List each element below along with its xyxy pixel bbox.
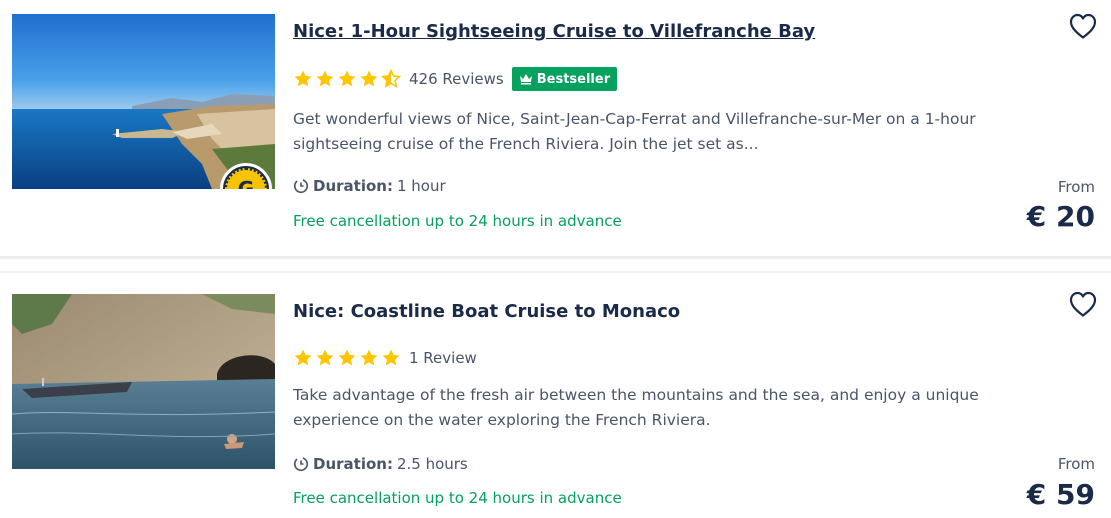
star-rating	[293, 69, 401, 89]
star-rating	[293, 348, 401, 368]
star-icon	[294, 70, 312, 87]
duration: Duration: 2.5 hours	[293, 455, 468, 473]
activity-title[interactable]: Nice: 1-Hour Sightseeing Cruise to Ville…	[293, 21, 815, 42]
star-icon	[316, 70, 334, 87]
bestseller-badge: Bestseller	[511, 67, 618, 91]
divider-shadow	[0, 256, 1111, 259]
duration-label: Duration:	[313, 455, 393, 473]
activity-card[interactable]: G Nice: 1-Hour Sightseeing Cruise to Vil…	[0, 0, 1111, 256]
review-count[interactable]: 1 Review	[409, 349, 477, 367]
price: € 20	[1026, 200, 1095, 233]
star-icon	[316, 349, 334, 366]
activity-image[interactable]	[12, 294, 275, 469]
duration-label: Duration:	[313, 177, 393, 195]
bestseller-label: Bestseller	[536, 71, 611, 87]
activity-card[interactable]: Nice: Coastline Boat Cruise to Monaco 1 …	[0, 275, 1111, 518]
star-icon	[360, 70, 378, 87]
crown-icon	[519, 74, 532, 85]
description-line: Get wonderful views of Nice, Saint-Jean-…	[293, 110, 976, 128]
card-divider	[0, 256, 1111, 275]
divider-line	[0, 271, 1111, 273]
star-icon	[338, 349, 356, 366]
heart-icon[interactable]	[1068, 290, 1098, 318]
star-icon	[338, 70, 356, 87]
description-line: Take advantage of the fresh air between …	[293, 386, 979, 404]
duration-value: 2.5 hours	[396, 455, 468, 473]
star-icon	[294, 349, 312, 366]
heart-icon[interactable]	[1068, 12, 1098, 40]
description-line: sightseeing cruise of the French Riviera…	[293, 135, 759, 153]
clock-icon	[293, 178, 309, 194]
rating-row: 426 Reviews Bestseller	[293, 67, 618, 91]
free-cancellation: Free cancellation up to 24 hours in adva…	[293, 212, 622, 230]
activity-description: Take advantage of the fresh air between …	[293, 383, 993, 433]
rating-row: 1 Review	[293, 346, 477, 370]
duration: Duration: 1 hour	[293, 177, 446, 195]
star-icon	[382, 349, 400, 366]
clock-icon	[293, 456, 309, 472]
description-line: experience on the water exploring the Fr…	[293, 411, 711, 429]
duration-value: 1 hour	[396, 177, 446, 195]
price-from-label: From	[1057, 178, 1095, 196]
price: € 59	[1026, 478, 1095, 511]
free-cancellation: Free cancellation up to 24 hours in adva…	[293, 489, 622, 507]
activity-description: Get wonderful views of Nice, Saint-Jean-…	[293, 107, 993, 157]
price-from-label: From	[1057, 455, 1095, 473]
activity-image[interactable]: G	[12, 14, 275, 189]
activity-title[interactable]: Nice: Coastline Boat Cruise to Monaco	[293, 301, 680, 322]
review-count[interactable]: 426 Reviews	[409, 70, 504, 88]
star-icon	[360, 349, 378, 366]
half-star-icon	[381, 69, 401, 88]
